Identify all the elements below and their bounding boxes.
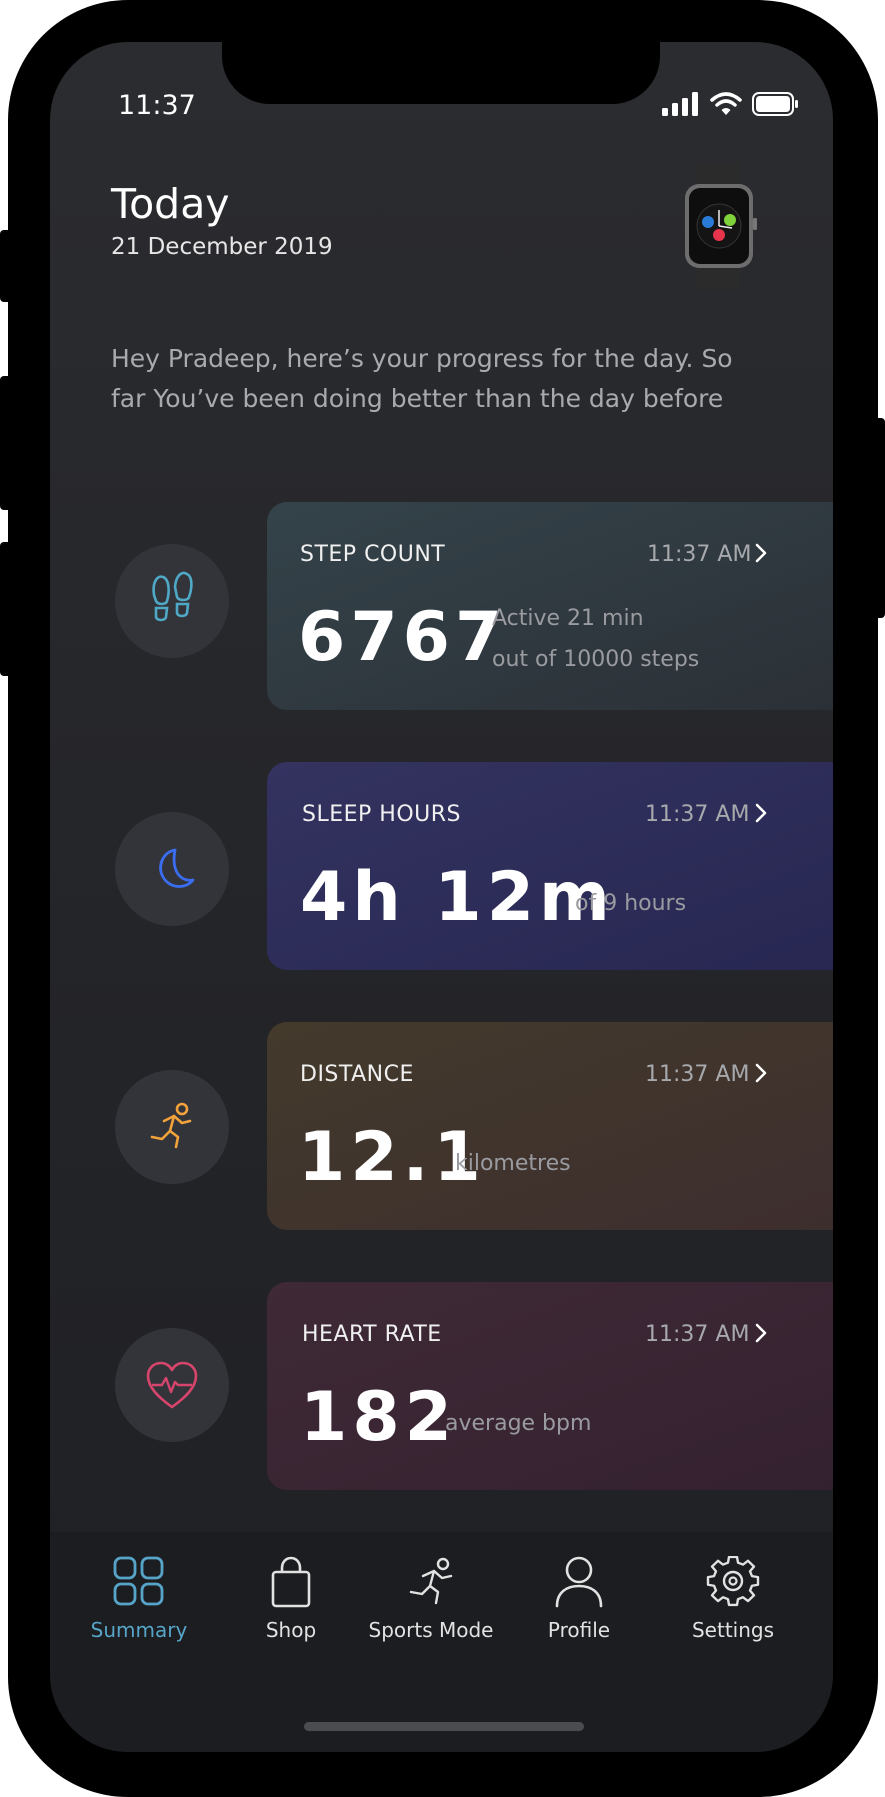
greeting-text: Hey Pradeep, here’s your progress for th… bbox=[111, 344, 733, 413]
card-label: DISTANCE bbox=[300, 1062, 414, 1087]
heart-rate-card[interactable]: HEART RATE 11:37 AM 182 average bpm bbox=[267, 1282, 833, 1490]
status-icons bbox=[662, 90, 800, 118]
side-button bbox=[0, 230, 10, 302]
tab-summary[interactable]: Summary bbox=[64, 1556, 214, 1642]
step-count-card[interactable]: STEP COUNT 11:37 AM 6767 Active 21 min o… bbox=[267, 502, 833, 710]
moon-icon bbox=[159, 848, 195, 888]
runner-icon bbox=[409, 1557, 453, 1605]
chevron-right-icon[interactable] bbox=[755, 803, 767, 823]
wifi-icon bbox=[710, 92, 742, 115]
shopping-bag-icon bbox=[271, 1556, 311, 1608]
gear-icon bbox=[706, 1555, 760, 1607]
chevron-right-icon[interactable] bbox=[755, 1063, 767, 1083]
heart-pulse-icon bbox=[146, 1361, 198, 1409]
tab-label: Summary bbox=[90, 1618, 188, 1642]
tab-sports-mode[interactable]: Sports Mode bbox=[356, 1556, 506, 1642]
tab-label: Shop bbox=[265, 1618, 317, 1642]
grid-icon bbox=[113, 1556, 164, 1606]
heart-rate-value: 182 bbox=[300, 1378, 457, 1457]
app-screen: 11:37 Today 21 December 2019 Hey Pradeep… bbox=[50, 42, 833, 1752]
chevron-right-icon[interactable] bbox=[755, 1323, 767, 1343]
step-count-value: 6767 bbox=[298, 598, 508, 677]
card-label: HEART RATE bbox=[302, 1322, 442, 1347]
status-time: 11:37 bbox=[118, 90, 196, 121]
side-button bbox=[0, 376, 10, 510]
battery-icon bbox=[752, 92, 798, 116]
step-count-icon-circle bbox=[115, 544, 229, 658]
tab-label: Sports Mode bbox=[368, 1618, 494, 1642]
side-button bbox=[0, 542, 10, 676]
page-title: Today bbox=[111, 180, 230, 228]
tab-label: Settings bbox=[691, 1618, 775, 1642]
distance-icon-circle bbox=[115, 1070, 229, 1184]
bottom-tab-bar: Summary Shop Sports Mode Profile Setting… bbox=[50, 1532, 833, 1752]
distance-card[interactable]: DISTANCE 11:37 AM 12.1 kilometres bbox=[267, 1022, 833, 1230]
runner-icon bbox=[150, 1102, 192, 1149]
card-label: STEP COUNT bbox=[300, 542, 446, 567]
card-time: 11:37 AM bbox=[647, 542, 752, 567]
heart-rate-icon-circle bbox=[115, 1328, 229, 1442]
cellular-signal-icon bbox=[662, 92, 698, 116]
sleep-hours-icon-circle bbox=[115, 812, 229, 926]
card-subtext: out of 10000 steps bbox=[492, 647, 700, 672]
sleep-hours-card[interactable]: SLEEP HOURS 11:37 AM 4h 12m of 9 hours bbox=[267, 762, 833, 970]
tab-shop[interactable]: Shop bbox=[216, 1556, 366, 1642]
card-subtext: Active 21 min bbox=[492, 606, 644, 631]
card-time: 11:37 AM bbox=[645, 1062, 750, 1087]
card-subtext: average bpm bbox=[445, 1411, 592, 1436]
tab-settings[interactable]: Settings bbox=[658, 1555, 808, 1642]
card-time: 11:37 AM bbox=[645, 802, 750, 827]
chevron-right-icon[interactable] bbox=[755, 543, 767, 563]
card-label: SLEEP HOURS bbox=[302, 802, 461, 827]
tab-label: Profile bbox=[547, 1618, 611, 1642]
sleep-hours-value: 4h 12m bbox=[300, 858, 615, 937]
tab-profile[interactable]: Profile bbox=[504, 1556, 654, 1642]
smartwatch-icon[interactable] bbox=[682, 162, 762, 292]
home-indicator[interactable] bbox=[304, 1722, 584, 1731]
card-time: 11:37 AM bbox=[645, 1322, 750, 1347]
card-subtext: of 9 hours bbox=[575, 891, 687, 916]
card-subtext: kilometres bbox=[455, 1151, 571, 1176]
side-button bbox=[874, 418, 885, 618]
footsteps-icon bbox=[152, 571, 193, 622]
person-icon bbox=[555, 1556, 603, 1608]
page-date: 21 December 2019 bbox=[111, 234, 333, 260]
notch bbox=[222, 42, 660, 104]
